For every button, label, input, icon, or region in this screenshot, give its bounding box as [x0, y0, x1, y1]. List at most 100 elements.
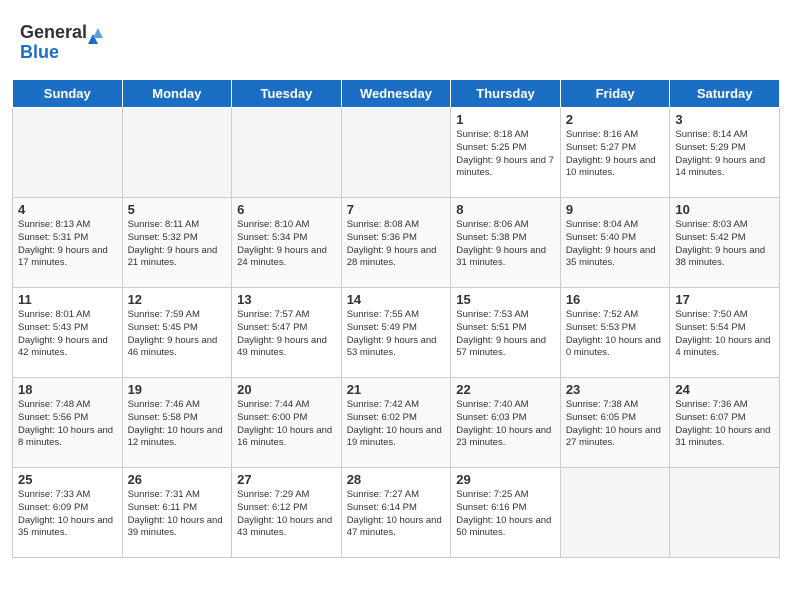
day-cell-12: 12 Sunrise: 7:59 AM Sunset: 5:45 PM Dayli… — [122, 288, 232, 378]
day-number: 24 — [675, 382, 774, 397]
day-info: Sunrise: 8:10 AM Sunset: 5:34 PM Dayligh… — [237, 219, 336, 270]
day-cell-8: 8Sunrise: 8:06 AM Sunset: 5:38 PM Daylig… — [451, 198, 561, 288]
calendar-container: SundayMondayTuesdayWednesdayThursdayFrid… — [0, 79, 792, 570]
day-info: Sunrise: 8:01 AM Sunset: 5:43 PM Dayligh… — [18, 309, 117, 360]
day-number: 13 — [237, 292, 336, 307]
day-number: 18 — [18, 382, 117, 397]
day-number: 12 — [128, 292, 227, 307]
day-number: 7 — [347, 202, 446, 217]
day-number: 25 — [18, 472, 117, 487]
day-number: 1 — [456, 112, 555, 127]
day-cell-7: 7 Sunrise: 8:08 AM Sunset: 5:36 PM Daylig… — [341, 198, 451, 288]
day-cell-29: 29 Sunrise: 7:25 AM Sunset: 6:16 PM Dayli… — [451, 468, 561, 558]
day-cell-empty — [122, 108, 232, 198]
day-cell-16: 16Sunrise: 7:52 AM Sunset: 5:53 PM Dayli… — [560, 288, 670, 378]
svg-text:General: General — [20, 22, 87, 42]
day-info: Sunrise: 8:04 AM Sunset: 5:40 PM Dayligh… — [566, 219, 665, 270]
day-cell-empty — [560, 468, 670, 558]
day-info: Sunrise: 7:42 AM Sunset: 6:02 PM Dayligh… — [347, 399, 446, 450]
day-info: Sunrise: 7:44 AM Sunset: 6:00 PM Dayligh… — [237, 399, 336, 450]
calendar-week-row: 11 Sunrise: 8:01 AM Sunset: 5:43 PM Dayli… — [13, 288, 780, 378]
day-number: 20 — [237, 382, 336, 397]
calendar-body: 1Sunrise: 8:18 AM Sunset: 5:25 PM Daylig… — [13, 108, 780, 558]
day-info: Sunrise: 7:25 AM Sunset: 6:16 PM Dayligh… — [456, 489, 555, 540]
day-info: Sunrise: 7:36 AM Sunset: 6:07 PM Dayligh… — [675, 399, 774, 450]
day-number: 19 — [128, 382, 227, 397]
day-info: Sunrise: 7:50 AM Sunset: 5:54 PM Dayligh… — [675, 309, 774, 360]
day-number: 4 — [18, 202, 117, 217]
day-number: 11 — [18, 292, 117, 307]
day-info: Sunrise: 7:46 AM Sunset: 5:58 PM Dayligh… — [128, 399, 227, 450]
day-cell-25: 25 Sunrise: 7:33 AM Sunset: 6:09 PM Dayli… — [13, 468, 123, 558]
day-number: 14 — [347, 292, 446, 307]
day-info: Sunrise: 7:29 AM Sunset: 6:12 PM Dayligh… — [237, 489, 336, 540]
day-cell-empty — [13, 108, 123, 198]
day-info: Sunrise: 7:57 AM Sunset: 5:47 PM Dayligh… — [237, 309, 336, 360]
day-header-saturday: Saturday — [670, 80, 780, 108]
day-cell-empty — [232, 108, 342, 198]
day-cell-15: 15 Sunrise: 7:53 AM Sunset: 5:51 PM Dayli… — [451, 288, 561, 378]
day-cell-20: 20 Sunrise: 7:44 AM Sunset: 6:00 PM Dayli… — [232, 378, 342, 468]
day-cell-19: 19 Sunrise: 7:46 AM Sunset: 5:58 PM Dayli… — [122, 378, 232, 468]
day-info: Sunrise: 7:31 AM Sunset: 6:11 PM Dayligh… — [128, 489, 227, 540]
day-cell-2: 2 Sunrise: 8:16 AM Sunset: 5:27 PM Daylig… — [560, 108, 670, 198]
day-cell-27: 27 Sunrise: 7:29 AM Sunset: 6:12 PM Dayli… — [232, 468, 342, 558]
day-number: 15 — [456, 292, 555, 307]
day-number: 10 — [675, 202, 774, 217]
day-cell-21: 21 Sunrise: 7:42 AM Sunset: 6:02 PM Dayli… — [341, 378, 451, 468]
logo-svg: General Blue — [20, 16, 110, 66]
day-cell-28: 28Sunrise: 7:27 AM Sunset: 6:14 PM Dayli… — [341, 468, 451, 558]
day-cell-24: 24 Sunrise: 7:36 AM Sunset: 6:07 PM Dayli… — [670, 378, 780, 468]
calendar-table: SundayMondayTuesdayWednesdayThursdayFrid… — [12, 79, 780, 558]
day-cell-empty — [341, 108, 451, 198]
day-header-wednesday: Wednesday — [341, 80, 451, 108]
day-number: 29 — [456, 472, 555, 487]
day-cell-1: 1Sunrise: 8:18 AM Sunset: 5:25 PM Daylig… — [451, 108, 561, 198]
day-info: Sunrise: 7:33 AM Sunset: 6:09 PM Dayligh… — [18, 489, 117, 540]
page-header: General Blue — [0, 0, 792, 79]
logo-text-block: General Blue — [20, 16, 110, 71]
day-number: 2 — [566, 112, 665, 127]
day-cell-4: 4Sunrise: 8:13 AM Sunset: 5:31 PM Daylig… — [13, 198, 123, 288]
day-cell-6: 6Sunrise: 8:10 AM Sunset: 5:34 PM Daylig… — [232, 198, 342, 288]
day-info: Sunrise: 7:40 AM Sunset: 6:03 PM Dayligh… — [456, 399, 555, 450]
day-header-tuesday: Tuesday — [232, 80, 342, 108]
day-number: 22 — [456, 382, 555, 397]
day-header-friday: Friday — [560, 80, 670, 108]
day-number: 17 — [675, 292, 774, 307]
calendar-week-row: 25 Sunrise: 7:33 AM Sunset: 6:09 PM Dayli… — [13, 468, 780, 558]
day-number: 3 — [675, 112, 774, 127]
day-header-thursday: Thursday — [451, 80, 561, 108]
day-number: 26 — [128, 472, 227, 487]
day-info: Sunrise: 8:03 AM Sunset: 5:42 PM Dayligh… — [675, 219, 774, 270]
logo: General Blue — [20, 16, 110, 71]
day-number: 16 — [566, 292, 665, 307]
day-number: 21 — [347, 382, 446, 397]
day-info: Sunrise: 8:06 AM Sunset: 5:38 PM Dayligh… — [456, 219, 555, 270]
svg-text:Blue: Blue — [20, 42, 59, 62]
day-info: Sunrise: 8:08 AM Sunset: 5:36 PM Dayligh… — [347, 219, 446, 270]
day-cell-26: 26 Sunrise: 7:31 AM Sunset: 6:11 PM Dayli… — [122, 468, 232, 558]
day-cell-10: 10 Sunrise: 8:03 AM Sunset: 5:42 PM Dayli… — [670, 198, 780, 288]
day-info: Sunrise: 7:53 AM Sunset: 5:51 PM Dayligh… — [456, 309, 555, 360]
calendar-header-row: SundayMondayTuesdayWednesdayThursdayFrid… — [13, 80, 780, 108]
day-info: Sunrise: 7:55 AM Sunset: 5:49 PM Dayligh… — [347, 309, 446, 360]
day-number: 9 — [566, 202, 665, 217]
day-cell-17: 17 Sunrise: 7:50 AM Sunset: 5:54 PM Dayli… — [670, 288, 780, 378]
calendar-week-row: 18 Sunrise: 7:48 AM Sunset: 5:56 PM Dayli… — [13, 378, 780, 468]
day-cell-3: 3 Sunrise: 8:14 AM Sunset: 5:29 PM Daylig… — [670, 108, 780, 198]
day-cell-13: 13 Sunrise: 7:57 AM Sunset: 5:47 PM Dayli… — [232, 288, 342, 378]
day-info: Sunrise: 7:27 AM Sunset: 6:14 PM Dayligh… — [347, 489, 446, 540]
day-header-monday: Monday — [122, 80, 232, 108]
day-cell-18: 18 Sunrise: 7:48 AM Sunset: 5:56 PM Dayli… — [13, 378, 123, 468]
day-number: 27 — [237, 472, 336, 487]
day-info: Sunrise: 7:38 AM Sunset: 6:05 PM Dayligh… — [566, 399, 665, 450]
calendar-week-row: 4Sunrise: 8:13 AM Sunset: 5:31 PM Daylig… — [13, 198, 780, 288]
day-number: 5 — [128, 202, 227, 217]
day-cell-5: 5 Sunrise: 8:11 AM Sunset: 5:32 PM Daylig… — [122, 198, 232, 288]
day-info: Sunrise: 7:48 AM Sunset: 5:56 PM Dayligh… — [18, 399, 117, 450]
day-info: Sunrise: 8:16 AM Sunset: 5:27 PM Dayligh… — [566, 129, 665, 180]
day-info: Sunrise: 7:59 AM Sunset: 5:45 PM Dayligh… — [128, 309, 227, 360]
day-info: Sunrise: 8:14 AM Sunset: 5:29 PM Dayligh… — [675, 129, 774, 180]
day-info: Sunrise: 8:11 AM Sunset: 5:32 PM Dayligh… — [128, 219, 227, 270]
